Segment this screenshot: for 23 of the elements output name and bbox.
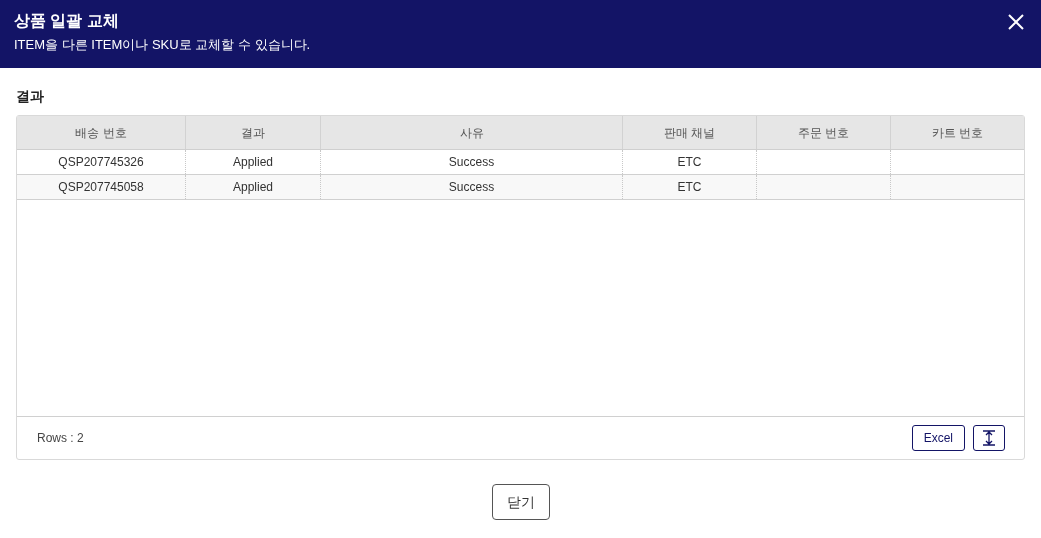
- column-header: 카트 번호: [931, 124, 984, 142]
- column-header: 판매 채널: [663, 124, 716, 142]
- dialog-title: 상품 일괄 교체: [14, 11, 120, 31]
- column-header: 배송 번호: [75, 124, 127, 142]
- table-cell-text: ETC: [677, 179, 702, 196]
- section-title: 결과: [16, 87, 45, 106]
- table-cell-text: Success: [448, 154, 495, 171]
- excel-button[interactable]: Excel: [911, 425, 965, 451]
- table-cell-text: Applied: [233, 179, 273, 196]
- expand-height-button[interactable]: [973, 425, 1005, 451]
- column-header: 사유: [459, 124, 484, 142]
- table-cell-text: Applied: [233, 154, 273, 171]
- close-icon[interactable]: [1007, 13, 1025, 31]
- table-cell-text: Success: [448, 179, 495, 196]
- column-header: 결과: [241, 124, 265, 142]
- column-header: 주문 번호: [797, 124, 850, 142]
- table-cell-text: ETC: [677, 154, 702, 171]
- dialog-subtitle: ITEM을 다른 ITEM이나 SKU로 교체할 수 있습니다.: [14, 36, 311, 54]
- row-count: Rows : 2: [37, 430, 84, 447]
- table-cell-text: QSP207745058: [58, 179, 144, 196]
- close-button[interactable]: 닫기: [491, 484, 550, 520]
- vertical-resize-icon: [982, 430, 996, 446]
- table-cell-text: QSP207745326: [58, 154, 144, 171]
